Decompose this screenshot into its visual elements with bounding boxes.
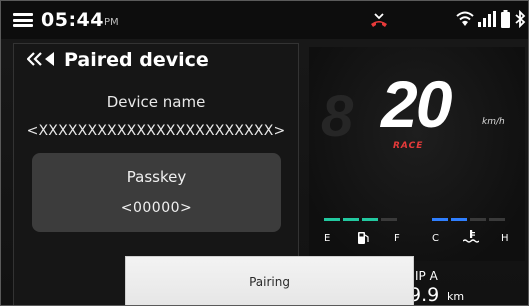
bluetooth-icon [515,10,526,28]
wifi-icon [456,11,474,26]
signal-icon [478,11,496,27]
temp-hot-label: H [501,233,509,244]
device-name-value: <XXXXXXXXXXXXXXXXXXXXXXXX> [26,123,286,139]
missed-call-icon [371,13,387,27]
temp-cold-label: C [432,233,439,244]
double-chevron-left-icon [27,52,54,66]
page-title: Paired device [64,49,209,71]
fuel-full-label: F [394,233,400,244]
ride-mode: RACE [393,141,424,151]
pairing-button-label: Pairing [249,274,290,289]
coolant-temp-icon [463,230,479,243]
speed-value: 20 [381,67,452,141]
trip-unit: km [447,290,465,303]
trip-label: IP A [415,269,438,283]
speed-unit: km/h [482,117,505,127]
clock-time: 05:44 [41,9,104,31]
menu-icon[interactable] [13,13,33,27]
fuel-empty-label: E [324,233,331,244]
battery-icon [501,10,510,28]
temperature-gauge [432,218,512,221]
status-bar: 05:44 PM [1,1,528,39]
passkey-label: Passkey [126,168,187,186]
pairing-button[interactable]: Pairing [125,256,414,305]
screen: 05:44 PM 8 20 km/h RACE E F C H IP A 9.9… [0,0,529,306]
fuel-gauge [324,218,404,221]
fuel-pump-icon [358,232,369,244]
speed-ghost-digit: 8 [321,84,354,149]
clock-ampm: PM [104,17,119,28]
passkey-box: Passkey <00000> [32,153,281,232]
passkey-value: <00000> [120,200,193,216]
device-name-label: Device name [106,93,206,111]
